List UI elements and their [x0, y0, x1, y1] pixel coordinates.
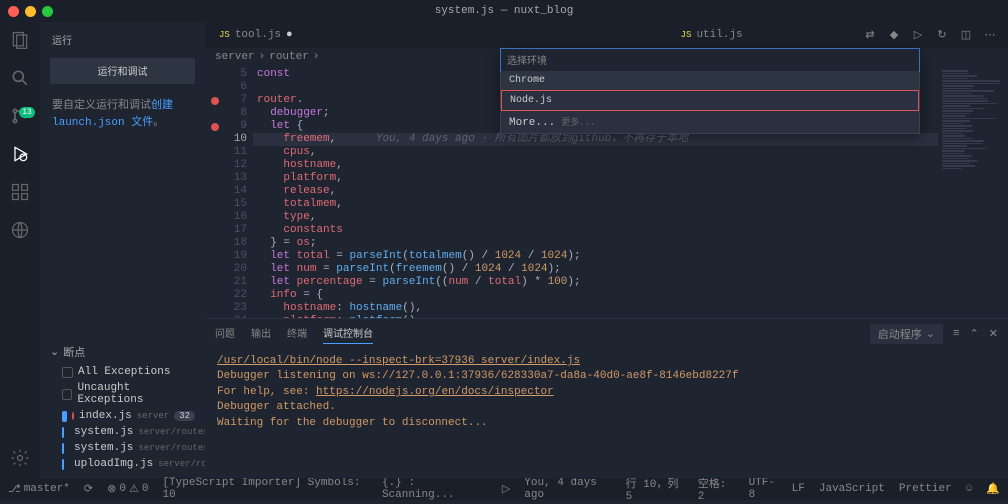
- checkbox[interactable]: [62, 427, 64, 438]
- editor-toolbar: ⇄ ◆ ▷ ↻ ◫ ⋯: [862, 27, 1008, 43]
- panel-tab[interactable]: 终端: [287, 323, 307, 344]
- breakpoint-item[interactable]: Uncaught Exceptions: [40, 380, 205, 408]
- tab-tool-js[interactable]: JStool.js●: [205, 22, 307, 48]
- checkbox[interactable]: [62, 411, 67, 422]
- sidebar-title: 运行: [40, 28, 205, 52]
- encoding-status[interactable]: UTF-8: [749, 475, 778, 503]
- source-control-icon[interactable]: 13: [10, 106, 30, 126]
- chevron-down-icon: ⌄: [926, 327, 935, 341]
- checkbox[interactable]: [62, 459, 64, 470]
- picker-item-more[interactable]: More...更多...: [501, 111, 919, 133]
- titlebar: system.js — nuxt_blog: [0, 0, 1008, 22]
- js-icon: JS: [219, 30, 230, 40]
- sync-status[interactable]: ⟳: [84, 482, 93, 496]
- breakpoints-section: ⌄ 断点 All ExceptionsUncaught Exceptionsin…: [40, 340, 205, 472]
- panel-tabs: 问题输出终端调试控制台 启动程序⌄ ≡ ⌃ ✕: [205, 319, 1008, 348]
- split-icon[interactable]: ◫: [958, 27, 974, 43]
- prettier-status[interactable]: Prettier: [899, 475, 952, 503]
- tab-util-js[interactable]: JSutil.js: [667, 22, 757, 48]
- cursor-position[interactable]: 行 10，列 5: [626, 475, 684, 503]
- scanning-status[interactable]: {.} : Scanning...: [382, 477, 488, 501]
- collapse-icon[interactable]: ⌃: [970, 327, 979, 341]
- compare-icon[interactable]: ⇄: [862, 27, 878, 43]
- activity-bar: 13: [0, 22, 40, 478]
- git-branch[interactable]: ⎇master*: [8, 482, 70, 496]
- extensions-icon[interactable]: [10, 182, 30, 202]
- minimap[interactable]: [938, 66, 1008, 318]
- environment-picker: 选择环境 Chrome Node.js More...更多...: [500, 48, 920, 134]
- remote-icon[interactable]: [10, 220, 30, 240]
- problems-status[interactable]: ⊗ 0 ⚠ 0: [107, 482, 148, 496]
- play-icon[interactable]: ▷: [910, 27, 926, 43]
- debug-console-output[interactable]: /usr/local/bin/node --inspect-brk=37936 …: [205, 348, 1008, 437]
- bottom-panel: 问题输出终端调试控制台 启动程序⌄ ≡ ⌃ ✕ /usr/local/bin/n…: [205, 318, 1008, 478]
- minimize-window[interactable]: [25, 6, 36, 17]
- settings-icon[interactable]: [10, 448, 30, 468]
- chevron-down-icon: ⌄: [50, 345, 59, 359]
- close-window[interactable]: [8, 6, 19, 17]
- picker-item-chrome[interactable]: Chrome: [501, 71, 919, 90]
- explorer-icon[interactable]: [10, 30, 30, 50]
- checkbox[interactable]: [62, 389, 72, 400]
- debug-status[interactable]: ▷: [502, 482, 510, 496]
- breakpoint-item[interactable]: index.jsserver32: [40, 408, 205, 424]
- feedback-icon[interactable]: ☺: [966, 475, 973, 503]
- branch-icon: ⎇: [8, 482, 21, 496]
- status-bar: ⎇master* ⟳ ⊗ 0 ⚠ 0 [TypeScript Importer]…: [0, 478, 1008, 500]
- breakpoints-header[interactable]: ⌄ 断点: [40, 340, 205, 364]
- sidebar-help-text: 要自定义运行和调试创建 launch.json 文件。: [40, 90, 205, 139]
- picker-input[interactable]: 选择环境: [500, 48, 920, 72]
- git-blame-status[interactable]: You, 4 days ago: [524, 475, 611, 503]
- sidebar: 运行 运行和调试 要自定义运行和调试创建 launch.json 文件。 ⌄ 断…: [40, 22, 205, 478]
- run-debug-icon[interactable]: [10, 144, 30, 164]
- run-debug-button[interactable]: 运行和调试: [50, 58, 195, 84]
- maximize-window[interactable]: [42, 6, 53, 17]
- notifications-icon[interactable]: 🔔: [986, 475, 1000, 503]
- breakpoint-item[interactable]: uploadImg.jsserver/router16: [40, 456, 205, 472]
- launch-config-selector[interactable]: 启动程序⌄: [870, 324, 943, 344]
- checkbox[interactable]: [62, 367, 73, 378]
- picker-item-nodejs[interactable]: Node.js: [501, 90, 919, 111]
- js-icon: JS: [681, 30, 692, 40]
- close-panel-icon[interactable]: ✕: [989, 327, 998, 341]
- more-icon[interactable]: ⋯: [982, 27, 998, 43]
- language-status[interactable]: JavaScript: [819, 475, 885, 503]
- editor-area: JStool.js● JSutil.js ⇄ ◆ ▷ ↻ ◫ ⋯ server›…: [205, 22, 1008, 478]
- window-traffic-lights: [8, 6, 53, 17]
- editor-tabs: JStool.js● JSutil.js ⇄ ◆ ▷ ↻ ◫ ⋯: [205, 22, 1008, 48]
- breakpoint-dot-icon: [72, 412, 74, 420]
- eol-status[interactable]: LF: [792, 475, 805, 503]
- refresh-icon[interactable]: ↻: [934, 27, 950, 43]
- commit-icon[interactable]: ◆: [886, 27, 902, 43]
- breakpoint-item[interactable]: All Exceptions: [40, 364, 205, 380]
- window-title: system.js — nuxt_blog: [435, 5, 574, 17]
- modified-dot-icon: ●: [286, 29, 293, 41]
- panel-tab[interactable]: 调试控制台: [323, 323, 373, 344]
- breakpoint-item[interactable]: system.jsserver/router7: [40, 424, 205, 440]
- panel-tab[interactable]: 输出: [251, 323, 271, 344]
- checkbox[interactable]: [62, 443, 64, 454]
- filter-icon[interactable]: ≡: [953, 328, 960, 340]
- panel-tab[interactable]: 问题: [215, 323, 235, 344]
- ts-importer-status[interactable]: [TypeScript Importer] Symbols: 10: [162, 477, 368, 501]
- breakpoint-item[interactable]: system.jsserver/router9: [40, 440, 205, 456]
- indentation-status[interactable]: 空格: 2: [698, 475, 735, 503]
- search-icon[interactable]: [10, 68, 30, 88]
